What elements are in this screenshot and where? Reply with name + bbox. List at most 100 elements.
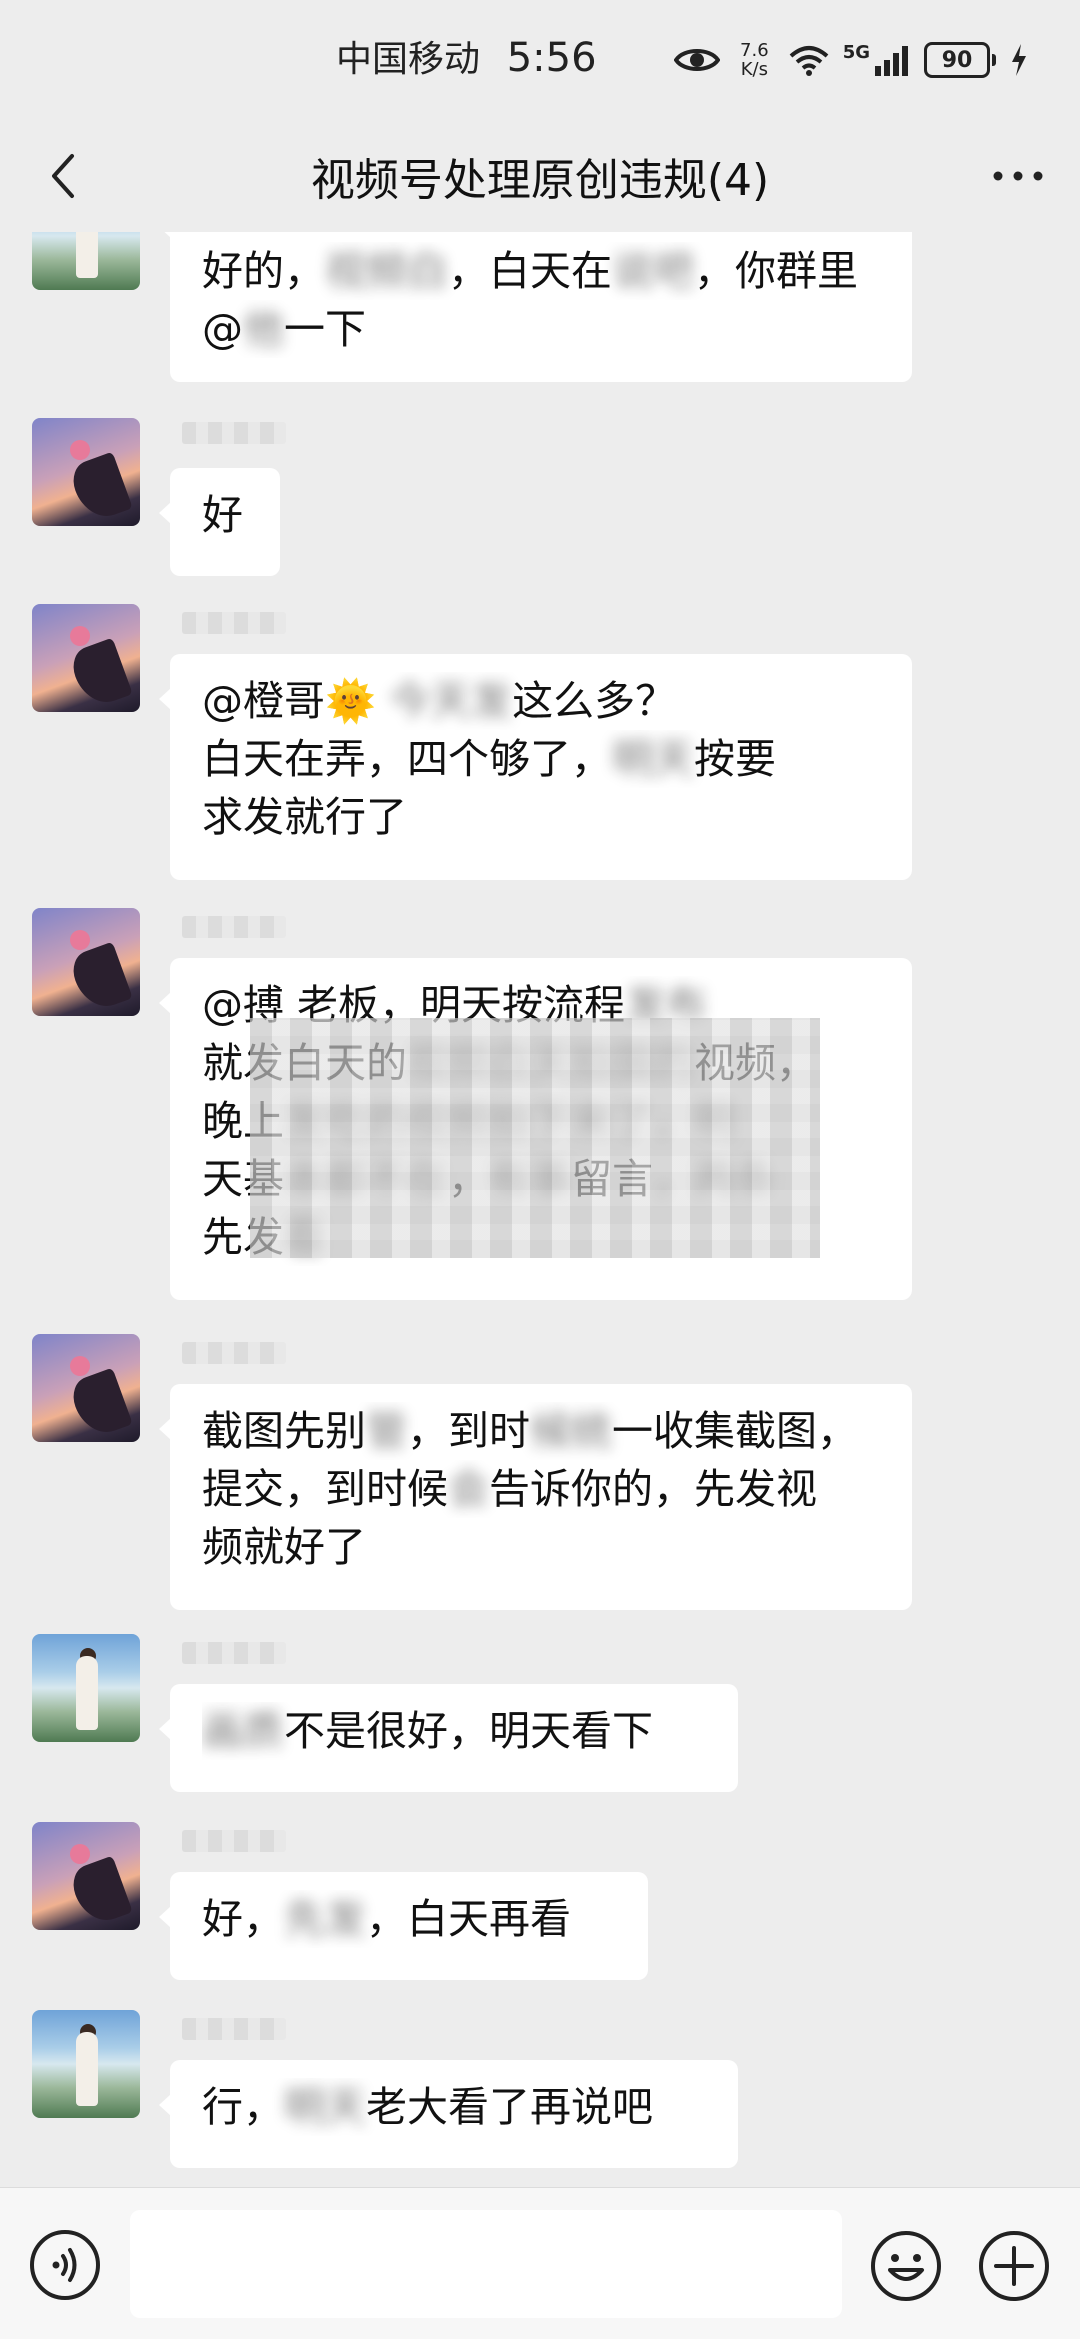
redacted-text: 明天 (284, 2083, 366, 2131)
message-text: 按要 (694, 735, 776, 783)
sender-name-redacted (182, 422, 286, 444)
redacted-text: 视频白 (325, 247, 448, 295)
network-type: 5G (842, 41, 870, 63)
avatar-figure (76, 1656, 98, 1730)
message-list[interactable]: 好的，视频白，白天在说吧，你群里 @他一下 好 @橙哥🌞 今天发这么多？ 白天在… (0, 232, 1080, 2187)
eye-icon (674, 49, 721, 71)
message-text: 截图先别 (202, 1407, 366, 1455)
speed-value: 7.6 (740, 40, 769, 61)
message-text: 白天在 (489, 247, 612, 295)
message-input-bar (0, 2187, 1080, 2339)
avatar[interactable] (32, 2010, 140, 2118)
redacted-text: 候统 (530, 1407, 612, 1455)
message-text: 求发就行了 (202, 793, 407, 841)
sender-name-redacted (182, 1642, 286, 1664)
message-line: 截图先别管，到时候统一收集截图， (202, 1407, 858, 1455)
speed-unit: K/s (740, 59, 768, 80)
chat-title: 视频号处理原创违规(4) (310, 155, 770, 206)
sender-name-redacted (182, 1830, 286, 1852)
message-line: 求发就行了 (202, 788, 880, 846)
sender-name-redacted (182, 1342, 286, 1364)
message-input[interactable] (130, 2210, 842, 2318)
avatar-figure (76, 2032, 98, 2106)
avatar-hand (67, 941, 133, 1015)
redacted-text: 今天发 (389, 677, 513, 725)
message-line: 天基本都不在，有事留言，两条 (202, 1155, 776, 1203)
redacted-text: 会 (448, 1465, 489, 1513)
message-bubble[interactable]: 好，先发，白天再看 (159, 1872, 648, 1980)
message-bubble[interactable]: 好的，视频白，白天在说吧，你群里 @他一下 (159, 232, 912, 382)
message-text: 白天再看 (407, 1895, 571, 1943)
message-line: 好的，视频白，白天在说吧，你群里 (202, 247, 858, 295)
message-line: 白天在弄，四个够了，明天按要 (202, 730, 880, 788)
status-bar: 中国移动 5:56 7.6 K/s 5G 90 (0, 0, 1080, 120)
avatar-hand (67, 1367, 133, 1441)
message-text: 晚上 (202, 1097, 284, 1145)
message-bubble[interactable]: @橙哥🌞 今天发这么多？ 白天在弄，四个够了，明天按要 求发就行了 (159, 654, 912, 880)
clock: 5:56 (506, 35, 597, 81)
message-text: 好， (202, 1895, 284, 1943)
plus-icon[interactable] (976, 2228, 1052, 2304)
carrier-label: 中国移动 (336, 39, 481, 80)
message-item: 画质不是很好，明天看下 (0, 1634, 1080, 1794)
message-text: 老大看了再说吧 (366, 2083, 653, 2131)
message-text: 好的， (202, 247, 325, 295)
avatar-flower (70, 1844, 90, 1864)
message-text: 留言 (571, 1155, 653, 1203)
message-item: 好 (0, 418, 1080, 578)
redacted-text: 本都不在 (284, 1155, 448, 1203)
message-text: 先发 (202, 1213, 284, 1261)
redacted-text: 发布 (625, 981, 708, 1029)
message-line: 好，先发，白天再看 (202, 1895, 571, 1943)
battery-level: 90 (941, 47, 973, 73)
avatar-hand (67, 451, 133, 525)
wifi-icon (789, 46, 829, 76)
message-text: 白天在弄，四个够了， (202, 735, 612, 783)
message-bubble[interactable]: @搏 老板，明天按流程发布 就发白天的视频白天拍摄的视频， 晚上发吃的视频拍下来… (159, 958, 912, 1300)
charging-icon (1012, 44, 1026, 76)
avatar-hand (67, 637, 133, 711)
message-line: 就发白天的视频白天拍摄的视频， (202, 1034, 880, 1092)
avatar[interactable] (32, 908, 140, 1016)
status-time-group: 中国移动 5:56 (336, 30, 597, 82)
redacted-text: 视频白天拍摄的 (407, 1039, 694, 1087)
message-bubble[interactable]: 好 (159, 468, 280, 576)
more-dots-icon[interactable] (986, 150, 1050, 202)
message-text: @ (202, 305, 243, 353)
message-text: 提交，到时候 (202, 1465, 448, 1513)
avatar[interactable] (32, 604, 140, 712)
avatar[interactable] (32, 232, 140, 290)
message-line: 频就好了 (202, 1518, 880, 1576)
avatar-figure (76, 232, 98, 278)
avatar[interactable] (32, 1634, 140, 1742)
redacted-text: 明天 (612, 735, 694, 783)
message-bubble[interactable]: 画质不是很好，明天看下 (159, 1684, 738, 1792)
message-line: 好 (202, 486, 248, 544)
voice-icon[interactable] (28, 2228, 102, 2302)
redacted-text: 看 (284, 1213, 325, 1261)
avatar[interactable] (32, 1822, 140, 1930)
message-text: 天基 (202, 1155, 284, 1203)
message-text: 不是很好，明天看下 (284, 1707, 653, 1755)
message-text: 这么多？ (512, 677, 677, 725)
message-bubble[interactable]: 行，明天老大看了再说吧 (159, 2060, 738, 2168)
sender-name-redacted (182, 2018, 286, 2040)
message-text: 你群里 (735, 247, 858, 295)
redacted-text: 他 (243, 305, 284, 353)
chevron-left-icon[interactable] (34, 144, 98, 208)
avatar-flower (70, 440, 90, 460)
message-text: 频就好了 (202, 1523, 366, 1571)
message-item: @橙哥🌞 今天发这么多？ 白天在弄，四个够了，明天按要 求发就行了 (0, 604, 1080, 884)
message-item: 截图先别管，到时候统一收集截图， 提交，到时候会告诉你的，先发视 频就好了 (0, 1334, 1080, 1614)
avatar[interactable] (32, 1334, 140, 1442)
network-speed: 7.6 K/s (740, 41, 769, 79)
message-item: @搏 老板，明天按流程发布 就发白天的视频白天拍摄的视频， 晚上发吃的视频拍下来… (0, 908, 1080, 1328)
message-bubble[interactable]: 截图先别管，到时候统一收集截图， 提交，到时候会告诉你的，先发视 频就好了 (159, 1384, 912, 1610)
message-line: 提交，到时候会告诉你的，先发视 (202, 1460, 880, 1518)
emoji-icon[interactable] (868, 2228, 944, 2304)
avatar-hand (67, 1855, 133, 1929)
avatar[interactable] (32, 418, 140, 526)
message-text: 就发白天的 (202, 1039, 407, 1087)
redacted-text: 画质 (202, 1707, 284, 1755)
message-text: 一下 (284, 305, 366, 353)
